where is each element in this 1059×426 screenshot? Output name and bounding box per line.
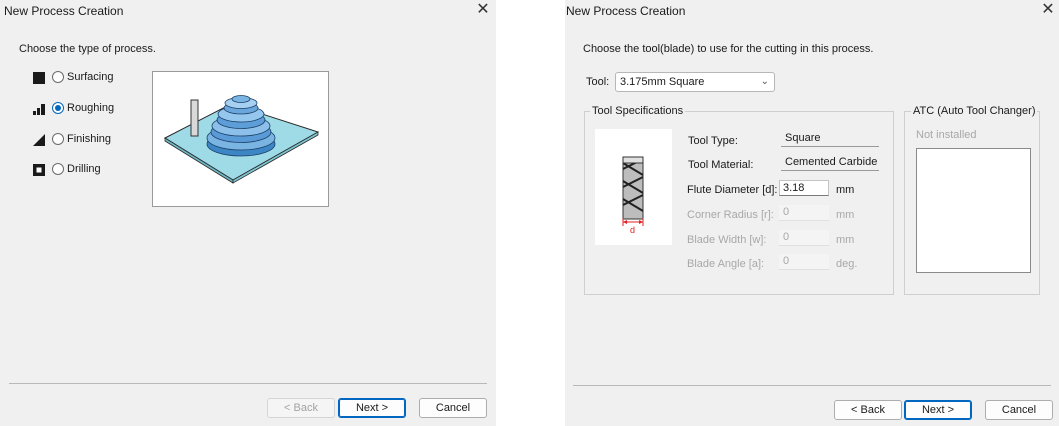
- blade-width-unit: mm: [836, 234, 855, 246]
- close-icon[interactable]: ✕: [1039, 1, 1057, 19]
- window-title: New Process Creation: [566, 4, 686, 18]
- radio-label: Roughing: [67, 102, 115, 114]
- tool-specifications-heading: Tool Specifications: [590, 105, 686, 117]
- tool-material-value: Cemented Carbide: [781, 155, 879, 171]
- surfacing-icon: [33, 72, 45, 84]
- tool-diagram: d: [595, 129, 672, 245]
- drilling-icon: [33, 164, 45, 176]
- atc-tool-list[interactable]: [916, 148, 1031, 273]
- blade-angle-unit: deg.: [836, 258, 858, 270]
- process-type-prompt: Choose the type of process.: [19, 43, 156, 55]
- flute-diameter-label: Flute Diameter [d]:: [687, 184, 778, 196]
- next-button[interactable]: Next >: [904, 400, 972, 420]
- end-mill-icon: d: [622, 156, 644, 235]
- close-icon[interactable]: ✕: [474, 1, 492, 19]
- blade-angle-label: Blade Angle [a]:: [687, 258, 765, 270]
- cancel-button[interactable]: Cancel: [985, 400, 1053, 420]
- blade-width-label: Blade Width [w]:: [687, 234, 767, 246]
- atc-status: Not installed: [916, 129, 977, 141]
- corner-radius-label: Corner Radius [r]:: [687, 209, 774, 221]
- blade-width-input[interactable]: 0: [779, 230, 829, 246]
- tool-type-value: Square: [781, 131, 879, 147]
- radio-button[interactable]: [52, 133, 64, 145]
- tool-selection-dialog: New Process Creation ✕ Choose the tool(b…: [565, 0, 1059, 426]
- radio-button[interactable]: [52, 102, 64, 114]
- tool-type-label: Tool Type:: [688, 135, 738, 147]
- window-title: New Process Creation: [4, 4, 124, 18]
- tool-select[interactable]: 3.175mm Square ⌄: [615, 72, 775, 92]
- corner-radius-unit: mm: [836, 209, 855, 221]
- title-bar[interactable]: New Process Creation ✕: [565, 0, 1059, 22]
- radio-button[interactable]: [52, 71, 64, 83]
- back-button[interactable]: < Back: [834, 400, 902, 420]
- cancel-button[interactable]: Cancel: [419, 398, 487, 418]
- chevron-down-icon: ⌄: [760, 76, 769, 87]
- tool-select-value: 3.175mm Square: [620, 76, 705, 88]
- process-type-dialog: New Process Creation ✕ Choose the type o…: [0, 0, 496, 426]
- tool-label: Tool:: [586, 76, 610, 88]
- radio-label: Drilling: [67, 163, 101, 175]
- radio-label: Surfacing: [67, 71, 114, 83]
- flute-diameter-input[interactable]: 3.18: [779, 180, 829, 196]
- footer-separator: [9, 383, 487, 384]
- tool-material-label: Tool Material:: [688, 159, 754, 171]
- flute-diameter-unit: mm: [836, 184, 855, 196]
- atc-heading: ATC (Auto Tool Changer): [911, 105, 1038, 117]
- roughing-preview-illustration: [163, 95, 320, 184]
- process-preview-image: [152, 71, 329, 207]
- diameter-mark-label: d: [630, 225, 635, 235]
- blade-angle-input[interactable]: 0: [779, 254, 829, 270]
- corner-radius-input[interactable]: 0: [779, 205, 829, 221]
- title-bar[interactable]: New Process Creation ✕: [0, 0, 496, 22]
- next-button[interactable]: Next >: [338, 398, 406, 418]
- tool-prompt: Choose the tool(blade) to use for the cu…: [583, 43, 874, 55]
- finishing-icon: [33, 134, 45, 146]
- footer-separator: [573, 385, 1051, 386]
- roughing-icon: [33, 104, 45, 115]
- radio-label: Finishing: [67, 133, 112, 145]
- radio-button[interactable]: [52, 163, 64, 175]
- back-button[interactable]: < Back: [267, 398, 335, 418]
